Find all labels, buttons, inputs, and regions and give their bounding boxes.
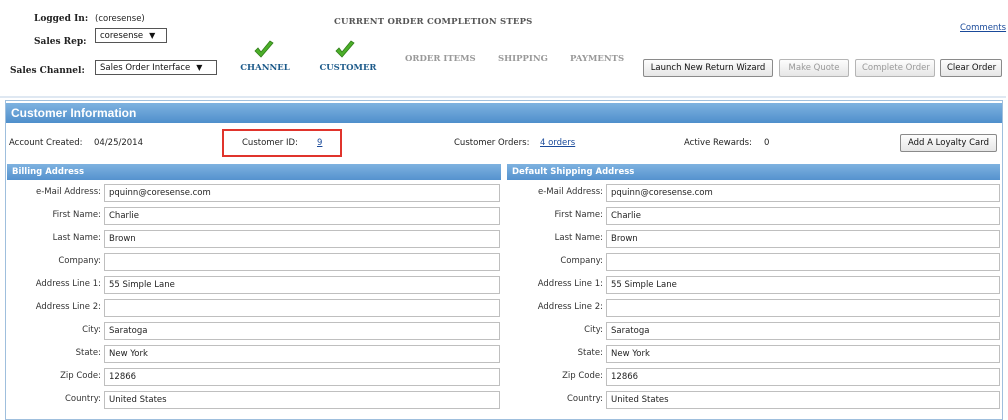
shipping-last-name-input[interactable]: Brown <box>606 230 1000 248</box>
dropdown-arrow-icon: ▼ <box>149 31 156 40</box>
comments-link[interactable]: Comments <box>960 23 1006 33</box>
field-label: e-Mail Address: <box>36 187 101 197</box>
field-label: Zip Code: <box>562 371 603 381</box>
logged-in-value: (coresense) <box>95 14 145 24</box>
sales-rep-value: coresense <box>100 31 144 41</box>
shipping-company-input[interactable] <box>606 253 1000 271</box>
customer-info-header: Customer Information <box>6 103 1002 123</box>
field-label: Last Name: <box>554 233 603 243</box>
shipping-country-input[interactable]: United States <box>606 391 1000 409</box>
active-rewards-value: 0 <box>764 138 770 148</box>
account-created-label: Account Created: <box>9 138 83 148</box>
billing-first-name-input[interactable]: Charlie <box>104 207 500 225</box>
active-rewards-label: Active Rewards: <box>684 138 752 148</box>
field-label: Address Line 1: <box>35 279 101 289</box>
shipping-first-name-input[interactable]: Charlie <box>606 207 1000 225</box>
sales-rep-label: Sales Rep: <box>34 37 87 47</box>
field-label: Last Name: <box>52 233 101 243</box>
step-shipping: SHIPPING <box>498 54 548 64</box>
shipping-address-line-2-input[interactable] <box>606 299 1000 317</box>
make-quote-button[interactable]: Make Quote <box>779 59 849 77</box>
sales-rep-select[interactable]: coresense ▼ <box>95 28 167 43</box>
sales-channel-label: Sales Channel: <box>10 66 85 76</box>
field-label: City: <box>82 325 101 335</box>
shipping-zip-code-input[interactable]: 12866 <box>606 368 1000 386</box>
field-label: Country: <box>64 394 101 404</box>
billing-address-line-2-input[interactable] <box>104 299 500 317</box>
billing-city-input[interactable]: Saratoga <box>104 322 500 340</box>
billing-address-header: Billing Address <box>7 164 501 180</box>
shipping-state-input[interactable]: New York <box>606 345 1000 363</box>
field-label: City: <box>584 325 603 335</box>
complete-order-button[interactable]: Complete Order <box>855 59 935 77</box>
account-created-value: 04/25/2014 <box>94 138 143 148</box>
shipping-city-input[interactable]: Saratoga <box>606 322 1000 340</box>
step-channel: CHANNEL <box>240 63 290 73</box>
billing-last-name-input[interactable]: Brown <box>104 230 500 248</box>
field-label: Company: <box>560 256 603 266</box>
shipping-address-line-1-input[interactable]: 55 Simple Lane <box>606 276 1000 294</box>
dropdown-arrow-icon: ▼ <box>196 63 203 72</box>
field-label: e-Mail Address: <box>538 187 603 197</box>
field-label: Company: <box>58 256 101 266</box>
step-order-items: ORDER ITEMS <box>405 54 476 64</box>
check-icon <box>253 40 275 63</box>
customer-orders-label: Customer Orders: <box>454 138 530 148</box>
customer-orders-link[interactable]: 4 orders <box>540 138 575 148</box>
steps-title: CURRENT ORDER COMPLETION STEPS <box>334 17 533 27</box>
field-label: Address Line 2: <box>35 302 101 312</box>
field-label: First Name: <box>554 210 603 220</box>
divider <box>0 96 1006 98</box>
field-label: State: <box>577 348 603 358</box>
field-label: Address Line 1: <box>537 279 603 289</box>
billing-company-input[interactable] <box>104 253 500 271</box>
field-label: First Name: <box>52 210 101 220</box>
sales-channel-select[interactable]: Sales Order Interface ▼ <box>95 60 217 75</box>
launch-return-wizard-button[interactable]: Launch New Return Wizard <box>643 59 773 77</box>
billing-e-mail-address-input[interactable]: pquinn@coresense.com <box>104 184 500 202</box>
check-icon <box>334 40 356 63</box>
customer-id-link[interactable]: 9 <box>317 138 322 148</box>
add-loyalty-card-button[interactable]: Add A Loyalty Card <box>900 134 997 152</box>
billing-state-input[interactable]: New York <box>104 345 500 363</box>
field-label: State: <box>75 348 101 358</box>
field-label: Zip Code: <box>60 371 101 381</box>
shipping-e-mail-address-input[interactable]: pquinn@coresense.com <box>606 184 1000 202</box>
clear-order-button[interactable]: Clear Order <box>940 59 1002 77</box>
billing-zip-code-input[interactable]: 12866 <box>104 368 500 386</box>
field-label: Country: <box>566 394 603 404</box>
billing-country-input[interactable]: United States <box>104 391 500 409</box>
sales-channel-value: Sales Order Interface <box>100 63 191 73</box>
customer-id-label: Customer ID: <box>242 138 298 148</box>
field-label: Address Line 2: <box>537 302 603 312</box>
step-payments: PAYMENTS <box>570 54 625 64</box>
shipping-address-header: Default Shipping Address <box>507 164 1000 180</box>
billing-address-line-1-input[interactable]: 55 Simple Lane <box>104 276 500 294</box>
step-customer: CUSTOMER <box>319 63 377 73</box>
logged-in-label: Logged In: <box>34 14 89 24</box>
